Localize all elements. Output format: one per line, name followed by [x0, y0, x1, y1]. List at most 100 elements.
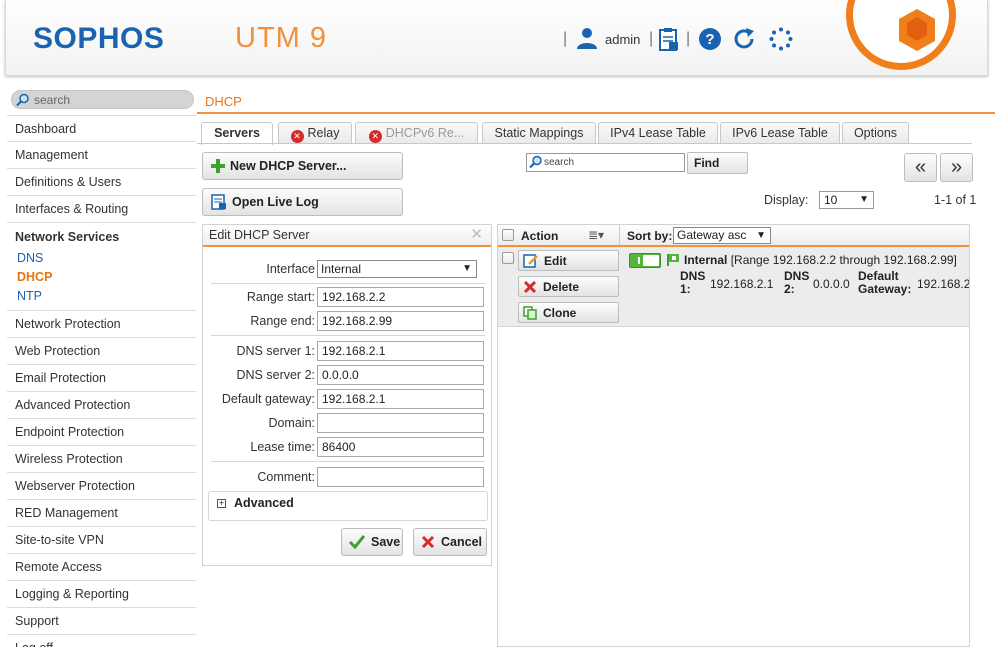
tab-dhcpv6-relay[interactable]: ✕ DHCPv6 Re...: [355, 122, 478, 144]
disabled-x-icon: ✕: [290, 130, 304, 143]
header-separator: |: [649, 30, 654, 47]
dns1-detail-value: 192.168.2.1: [710, 277, 774, 291]
sidebar-item-site-to-site-vpn[interactable]: Site-to-site VPN: [7, 527, 196, 554]
save-button[interactable]: Save: [341, 528, 403, 556]
tab-servers[interactable]: Servers: [201, 122, 273, 145]
clipboard-icon[interactable]: [657, 27, 681, 51]
interface-value: Internal: [321, 262, 362, 276]
new-dhcp-server-button[interactable]: New DHCP Server...: [202, 152, 403, 180]
cancel-x-icon: [421, 535, 435, 549]
pagination-range: 1-1 of 1: [934, 193, 977, 207]
help-icon[interactable]: ?: [698, 27, 722, 51]
header-separator: |: [686, 30, 691, 47]
interface-select[interactable]: Internal ▼: [317, 260, 477, 278]
reload-icon[interactable]: [732, 27, 756, 51]
select-all-checkbox[interactable]: [502, 229, 514, 241]
sidebar-item-dashboard[interactable]: Dashboard: [7, 115, 196, 142]
edit-dhcp-server-panel: Edit DHCP Server ✕ Interface Internal ▼ …: [202, 224, 492, 566]
tab-static-mappings[interactable]: Static Mappings: [482, 122, 596, 144]
clone-button[interactable]: Clone: [518, 302, 619, 323]
gateway-input[interactable]: 192.168.2.1: [317, 389, 484, 409]
divider: [619, 225, 620, 245]
tab-options[interactable]: Options: [842, 122, 909, 144]
edit-panel-title: Edit DHCP Server: [209, 228, 310, 242]
sidebar-item-red-management[interactable]: RED Management: [7, 500, 196, 527]
sidebar-item-advanced-protection[interactable]: Advanced Protection: [7, 392, 196, 419]
list-search-input[interactable]: search: [526, 153, 685, 172]
tab-ipv6-lease-table[interactable]: IPv6 Lease Table: [720, 122, 840, 144]
admin-user-label[interactable]: admin: [605, 32, 640, 47]
dropdown-arrow-icon: ▼: [859, 194, 869, 205]
gateway-label-line2: Gateway:: [858, 282, 912, 296]
cancel-button[interactable]: Cancel: [413, 528, 487, 556]
expand-plus-icon: +: [217, 498, 226, 508]
dns2-detail-value: 0.0.0.0: [813, 277, 850, 291]
find-button[interactable]: Find: [687, 152, 748, 174]
lease-time-input[interactable]: 86400: [317, 437, 484, 457]
server-summary: Internal [Range 192.168.2.2 through 192.…: [684, 253, 957, 267]
sidebar-subitem-dhcp[interactable]: DHCP: [7, 268, 196, 287]
sophos-logo: SOPHOS: [33, 22, 165, 55]
sidebar-item-webserver-protection[interactable]: Webserver Protection: [7, 473, 196, 500]
range-start-input[interactable]: 192.168.2.2: [317, 287, 484, 307]
sidebar-group-network-services: Network Services DNS DHCP NTP: [7, 223, 196, 311]
sidebar-item-email-protection[interactable]: Email Protection: [7, 365, 196, 392]
sidebar-item-network-protection[interactable]: Network Protection: [7, 311, 196, 338]
sidebar-item-remote-access[interactable]: Remote Access: [7, 554, 196, 581]
domain-row: Domain:: [203, 413, 493, 433]
open-live-log-label: Open Live Log: [232, 195, 319, 209]
list-search-placeholder: search: [544, 157, 575, 168]
row-checkbox[interactable]: [502, 252, 514, 264]
hexagon-logo-icon: [899, 9, 935, 51]
dns2-input[interactable]: 0.0.0.0: [317, 365, 484, 385]
sidebar-item-support[interactable]: Support: [7, 608, 196, 635]
sidebar-item-logging-reporting[interactable]: Logging & Reporting: [7, 581, 196, 608]
tab-relay[interactable]: ✕ Relay: [278, 122, 352, 144]
range-end-input[interactable]: 192.168.2.99: [317, 311, 484, 331]
close-icon[interactable]: ✕: [470, 225, 483, 245]
nav-search-input[interactable]: search: [11, 90, 194, 109]
tab-relay-label: Relay: [307, 126, 340, 140]
svg-text:?: ?: [705, 31, 714, 48]
sidebar-item-web-protection[interactable]: Web Protection: [7, 338, 196, 365]
sidebar-item-network-services[interactable]: Network Services: [7, 223, 196, 249]
interface-label: Interface: [266, 262, 315, 276]
next-page-button[interactable]: »: [940, 153, 973, 182]
sidebar-subitem-dns[interactable]: DNS: [7, 249, 196, 268]
sort-by-value: Gateway asc: [677, 228, 747, 242]
sidebar-item-interfaces-routing[interactable]: Interfaces & Routing: [7, 196, 196, 223]
nav-search-placeholder: search: [34, 93, 71, 107]
edit-pencil-icon: [523, 253, 538, 268]
gateway-detail-label: Default Gateway:: [858, 270, 911, 296]
dns1-input[interactable]: 192.168.2.1: [317, 341, 484, 361]
table-row: Edit Delete Clone Internal [Range 192.16…: [498, 247, 970, 327]
gateway-detail-value: 192.168.2.1: [917, 277, 970, 291]
sidebar-item-definitions-users[interactable]: Definitions & Users: [7, 169, 196, 196]
sidebar-item-management[interactable]: Management: [7, 142, 196, 169]
sidebar-item-log-off[interactable]: Log off: [7, 635, 196, 647]
display-count-select[interactable]: 10 ▼: [819, 191, 874, 209]
domain-input[interactable]: [317, 413, 484, 433]
advanced-section-toggle[interactable]: + Advanced: [208, 491, 488, 521]
comment-input[interactable]: [317, 467, 484, 487]
edit-button[interactable]: Edit: [518, 250, 619, 271]
display-label: Display:: [764, 193, 809, 207]
tab-ipv4-lease-table[interactable]: IPv4 Lease Table: [598, 122, 718, 144]
prev-page-button[interactable]: «: [904, 153, 937, 182]
delete-label: Delete: [543, 279, 580, 294]
delete-button[interactable]: Delete: [518, 276, 619, 297]
enable-toggle[interactable]: [629, 253, 661, 268]
column-menu-icon[interactable]: ≣▾: [588, 228, 604, 242]
sidebar-item-endpoint-protection[interactable]: Endpoint Protection: [7, 419, 196, 446]
sidebar-item-wireless-protection[interactable]: Wireless Protection: [7, 446, 196, 473]
lease-time-label: Lease time:: [250, 440, 315, 454]
server-list-panel: Action ≣▾ Sort by: Gateway asc ▼ Edit De…: [497, 224, 970, 647]
display-count-value: 10: [824, 193, 838, 207]
sort-by-select[interactable]: Gateway asc ▼: [673, 227, 771, 244]
open-live-log-button[interactable]: Open Live Log: [202, 188, 403, 216]
new-dhcp-server-label: New DHCP Server...: [230, 159, 347, 173]
sidebar-nav: Dashboard Management Definitions & Users…: [7, 115, 196, 647]
sidebar-subitem-ntp[interactable]: NTP: [7, 287, 196, 306]
user-icon[interactable]: [575, 26, 599, 50]
dns1-row: DNS server 1: 192.168.2.1: [203, 341, 493, 361]
